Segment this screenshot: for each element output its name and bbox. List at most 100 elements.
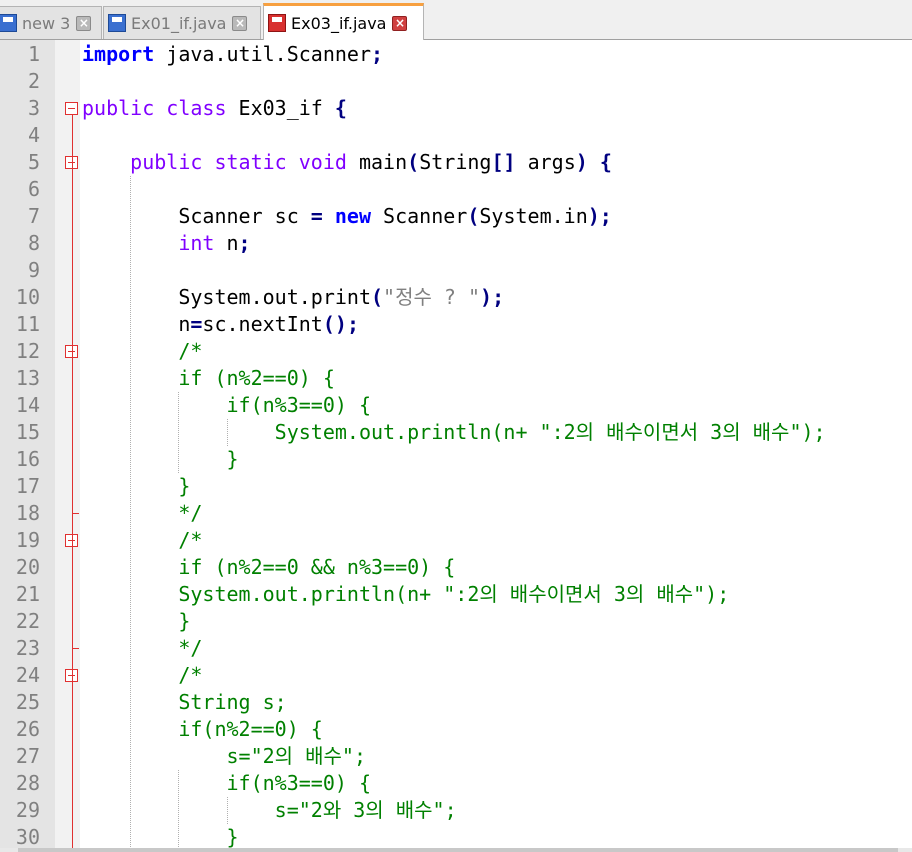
code-line[interactable]: 30 } bbox=[0, 824, 912, 848]
code-editor[interactable]: 1 import java.util.Scanner; 2 3 public class… bbox=[0, 40, 912, 848]
code-line[interactable]: 4 bbox=[0, 122, 912, 149]
indent-guide bbox=[226, 797, 228, 824]
close-icon[interactable]: × bbox=[392, 15, 408, 31]
code-line[interactable]: 29 s="2와 3의 배수"; bbox=[0, 797, 912, 824]
code-line[interactable]: 20 if (n%2==0 && n%3==0) { bbox=[0, 554, 912, 581]
indent-guide bbox=[226, 419, 228, 446]
line-text: } bbox=[82, 447, 239, 471]
code-line[interactable]: 14 if(n%3==0) { bbox=[0, 392, 912, 419]
code-line[interactable]: 24 /* bbox=[0, 662, 912, 689]
tab-ex01-if-java[interactable]: Ex01_if.java × bbox=[103, 6, 261, 39]
code-line[interactable]: 8 int n; bbox=[0, 230, 912, 257]
line-text: } bbox=[82, 609, 191, 633]
scrollbar-thumb[interactable] bbox=[18, 848, 898, 852]
fold-end-marker bbox=[72, 513, 79, 514]
line-text: System.out.println(n+ ":2의 배수이면서 3의 배수")… bbox=[82, 420, 826, 444]
line-text: /* bbox=[82, 663, 203, 687]
code-line[interactable]: 17 } bbox=[0, 473, 912, 500]
code-line[interactable]: 2 bbox=[0, 68, 912, 95]
fold-collapse-icon[interactable] bbox=[65, 102, 78, 115]
code-line[interactable]: 23 */ bbox=[0, 635, 912, 662]
code-line[interactable]: 21 System.out.println(n+ ":2의 배수이면서 3의 배… bbox=[0, 581, 912, 608]
line-number: 25 bbox=[15, 690, 40, 714]
line-text: public class Ex03_if { bbox=[82, 96, 347, 120]
line-number: 2 bbox=[27, 69, 40, 93]
line-text: System.out.println(n+ ":2의 배수이면서 3의 배수")… bbox=[82, 582, 730, 606]
line-number: 24 bbox=[15, 663, 40, 687]
line-number: 7 bbox=[27, 204, 40, 228]
code-line[interactable]: 1 import java.util.Scanner; bbox=[0, 41, 912, 68]
line-text: import java.util.Scanner; bbox=[82, 42, 384, 66]
line-number: 27 bbox=[15, 744, 40, 768]
line-number: 14 bbox=[15, 393, 40, 417]
line-text: */ bbox=[82, 501, 203, 525]
line-number: 19 bbox=[15, 528, 40, 552]
line-text: */ bbox=[82, 636, 203, 660]
code-line[interactable]: 5 public static void main(String[] args)… bbox=[0, 149, 912, 176]
code-line[interactable]: 19 /* bbox=[0, 527, 912, 554]
line-text: } bbox=[82, 825, 239, 848]
line-number: 20 bbox=[15, 555, 40, 579]
line-number: 4 bbox=[27, 123, 40, 147]
red-save-icon bbox=[268, 14, 286, 32]
line-number: 29 bbox=[15, 798, 40, 822]
code-line[interactable]: 28 if(n%3==0) { bbox=[0, 770, 912, 797]
line-number: 16 bbox=[15, 447, 40, 471]
line-text: n=sc.nextInt(); bbox=[82, 312, 359, 336]
line-text: String s; bbox=[82, 690, 287, 714]
code-line[interactable]: 13 if (n%2==0) { bbox=[0, 365, 912, 392]
close-icon[interactable]: × bbox=[76, 15, 92, 31]
line-number: 26 bbox=[15, 717, 40, 741]
line-text: if (n%2==0 && n%3==0) { bbox=[82, 555, 456, 579]
line-text: System.out.print("정수 ? "); bbox=[82, 285, 505, 309]
line-text: int n; bbox=[178, 231, 251, 255]
code-line[interactable]: 6 bbox=[0, 176, 912, 203]
tab-label: Ex01_if.java bbox=[131, 13, 227, 33]
code-line[interactable]: 12 /* bbox=[0, 338, 912, 365]
horizontal-scrollbar[interactable] bbox=[0, 848, 912, 852]
line-number: 9 bbox=[27, 258, 40, 282]
code-line[interactable]: 9 bbox=[0, 257, 912, 284]
code-line[interactable]: 25 String s; bbox=[0, 689, 912, 716]
code-line[interactable]: 26 if(n%2==0) { bbox=[0, 716, 912, 743]
code-line[interactable]: 18 */ bbox=[0, 500, 912, 527]
line-number: 17 bbox=[15, 474, 40, 498]
line-number: 28 bbox=[15, 771, 40, 795]
line-text: if (n%2==0) { bbox=[82, 366, 335, 390]
line-number: 18 bbox=[15, 501, 40, 525]
tab-label: new 3 bbox=[22, 13, 71, 33]
line-text: if(n%2==0) { bbox=[82, 717, 323, 741]
code-line[interactable]: 7 Scanner sc = new Scanner(System.in); bbox=[0, 203, 912, 230]
tab-ex03-if-java[interactable]: Ex03_if.java × bbox=[263, 3, 424, 40]
code-line[interactable]: 16 } bbox=[0, 446, 912, 473]
line-number: 10 bbox=[15, 285, 40, 309]
blue-save-icon bbox=[0, 14, 17, 32]
code-line[interactable]: 22 } bbox=[0, 608, 912, 635]
code-line[interactable]: 11 n=sc.nextInt(); bbox=[0, 311, 912, 338]
line-text: /* bbox=[82, 339, 203, 363]
fold-connector-line bbox=[72, 115, 73, 848]
line-text: public static void main(String[] args) { bbox=[130, 150, 612, 174]
line-number: 11 bbox=[15, 312, 40, 336]
code-line[interactable]: 27 s="2의 배수"; bbox=[0, 743, 912, 770]
tab-bar: new 3 × Ex01_if.java × Ex03_if.java × bbox=[0, 0, 912, 40]
line-number: 3 bbox=[27, 96, 40, 120]
code-line[interactable]: 10 System.out.print("정수 ? "); bbox=[0, 284, 912, 311]
close-icon[interactable]: × bbox=[232, 15, 248, 31]
tab-new-3[interactable]: new 3 × bbox=[0, 6, 102, 39]
code-line[interactable]: 3 public class Ex03_if { bbox=[0, 95, 912, 122]
line-number: 5 bbox=[27, 150, 40, 174]
line-number: 8 bbox=[27, 231, 40, 255]
code-line[interactable]: 15 System.out.println(n+ ":2의 배수이면서 3의 배… bbox=[0, 419, 912, 446]
indent-guide bbox=[178, 392, 180, 473]
line-number: 21 bbox=[15, 582, 40, 606]
line-text: if(n%3==0) { bbox=[82, 771, 371, 795]
line-number: 30 bbox=[15, 825, 40, 848]
line-text: if(n%3==0) { bbox=[82, 393, 371, 417]
line-text: s="2와 3의 배수"; bbox=[82, 798, 457, 822]
line-number: 22 bbox=[15, 609, 40, 633]
line-text: } bbox=[82, 474, 191, 498]
line-number: 23 bbox=[15, 636, 40, 660]
line-number: 6 bbox=[27, 177, 40, 201]
blue-save-icon bbox=[108, 14, 126, 32]
